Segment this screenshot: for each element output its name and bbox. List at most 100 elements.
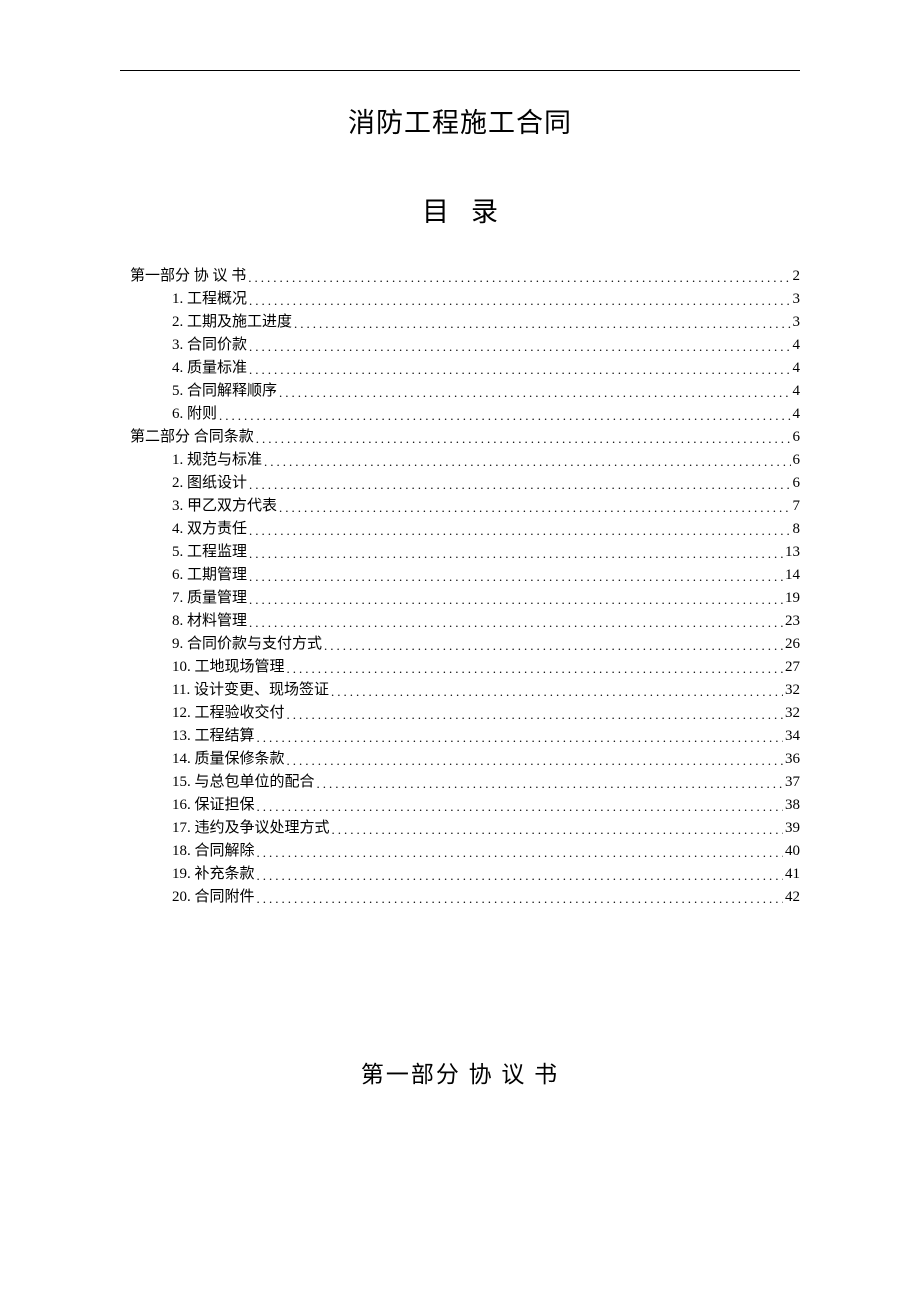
toc-leader-dots (257, 890, 783, 905)
toc-entry-label: 10. 工地现场管理 (172, 660, 285, 675)
toc-entry-label: 第二部分 合同条款 (130, 430, 254, 445)
toc-row: 5. 工程监理 13 (130, 545, 800, 560)
toc-entry-page: 4 (793, 361, 801, 376)
toc-leader-dots (249, 361, 790, 376)
toc-entry-page: 38 (785, 798, 800, 813)
toc-row: 2. 图纸设计 6 (130, 476, 800, 491)
toc-leader-dots (249, 614, 783, 629)
toc-entry-page: 2 (793, 269, 801, 284)
toc-leader-dots (249, 338, 790, 353)
toc-row: 16. 保证担保 38 (130, 798, 800, 813)
toc-entry-page: 19 (785, 591, 800, 606)
toc-entry-label: 18. 合同解除 (172, 844, 255, 859)
toc-row: 11. 设计变更、现场签证 32 (130, 683, 800, 698)
toc-entry-page: 39 (785, 821, 800, 836)
toc-entry-label: 6. 工期管理 (172, 568, 247, 583)
toc-leader-dots (249, 568, 783, 583)
toc-entry-page: 40 (785, 844, 800, 859)
toc-row: 14. 质量保修条款 36 (130, 752, 800, 767)
toc-entry-label: 14. 质量保修条款 (172, 752, 285, 767)
toc-leader-dots (331, 683, 783, 698)
toc-entry-label: 3. 甲乙双方代表 (172, 499, 277, 514)
toc-row: 7. 质量管理 19 (130, 591, 800, 606)
toc-row: 5. 合同解释顺序4 (130, 384, 800, 399)
toc-leader-dots (287, 660, 783, 675)
toc-leader-dots (287, 706, 783, 721)
toc-row: 18. 合同解除 40 (130, 844, 800, 859)
toc-entry-label: 2. 图纸设计 (172, 476, 247, 491)
toc-entry-page: 3 (793, 292, 801, 307)
toc-row: 第二部分 合同条款6 (130, 430, 800, 445)
toc-entry-label: 5. 工程监理 (172, 545, 247, 560)
toc-entry-page: 13 (785, 545, 800, 560)
toc-row: 15. 与总包单位的配合 37 (130, 775, 800, 790)
toc-leader-dots (249, 522, 790, 537)
toc-entry-label: 17. 违约及争议处理方式 (172, 821, 330, 836)
toc-entry-label: 19. 补充条款 (172, 867, 255, 882)
toc-row: 1. 规范与标准 6 (130, 453, 800, 468)
toc-leader-dots (279, 499, 790, 514)
toc-row: 13. 工程结算 34 (130, 729, 800, 744)
toc-leader-dots (256, 430, 791, 445)
toc-leader-dots (294, 315, 790, 330)
header-rule (120, 70, 800, 71)
document-page: 消防工程施工合同 目录 第一部分 协 议 书21. 工程概况32. 工期及施工进… (0, 0, 920, 1302)
toc-entry-label: 15. 与总包单位的配合 (172, 775, 315, 790)
toc-row: 3. 甲乙双方代表 7 (130, 499, 800, 514)
toc-row: 8. 材料管理 23 (130, 614, 800, 629)
toc-row: 1. 工程概况 3 (130, 292, 800, 307)
toc-entry-page: 41 (785, 867, 800, 882)
toc-entry-page: 36 (785, 752, 800, 767)
toc-entry-label: 4. 双方责任 (172, 522, 247, 537)
toc-entry-label: 20. 合同附件 (172, 890, 255, 905)
toc-entry-label: 16. 保证担保 (172, 798, 255, 813)
table-of-contents: 第一部分 协 议 书2 1. 工程概况 3 2. 工期及施工进度 3 3. 合同价款 4 4.… (130, 269, 800, 905)
toc-entry-label: 1. 工程概况 (172, 292, 247, 307)
toc-row: 第一部分 协 议 书2 (130, 269, 800, 284)
toc-row: 6. 附则4 (130, 407, 800, 422)
toc-entry-page: 42 (785, 890, 800, 905)
toc-entry-page: 27 (785, 660, 800, 675)
toc-leader-dots (287, 752, 783, 767)
toc-leader-dots (249, 476, 790, 491)
toc-row: 3. 合同价款 4 (130, 338, 800, 353)
toc-entry-page: 6 (793, 476, 801, 491)
toc-entry-label: 8. 材料管理 (172, 614, 247, 629)
toc-entry-page: 37 (785, 775, 800, 790)
toc-entry-label: 13. 工程结算 (172, 729, 255, 744)
toc-entry-label: 3. 合同价款 (172, 338, 247, 353)
toc-leader-dots (332, 821, 783, 836)
toc-entry-page: 23 (785, 614, 800, 629)
toc-leader-dots (249, 292, 790, 307)
toc-leader-dots (249, 591, 783, 606)
toc-entry-page: 26 (785, 637, 800, 652)
toc-entry-page: 7 (793, 499, 801, 514)
toc-entry-page: 32 (785, 683, 800, 698)
toc-leader-dots (324, 637, 783, 652)
toc-entry-label: 11. 设计变更、现场签证 (172, 683, 329, 698)
toc-row: 10. 工地现场管理 27 (130, 660, 800, 675)
toc-row: 4. 双方责任8 (130, 522, 800, 537)
toc-entry-page: 4 (793, 384, 801, 399)
toc-entry-label: 6. 附则 (172, 407, 217, 422)
toc-entry-page: 4 (793, 338, 801, 353)
toc-row: 19. 补充条款 41 (130, 867, 800, 882)
section-heading: 第一部分 协 议 书 (120, 1055, 800, 1089)
toc-entry-label: 1. 规范与标准 (172, 453, 262, 468)
toc-heading-char-2: 录 (471, 197, 498, 227)
toc-entry-page: 14 (785, 568, 800, 583)
toc-row: 20. 合同附件 42 (130, 890, 800, 905)
toc-entry-label: 4. 质量标准 (172, 361, 247, 376)
toc-entry-page: 34 (785, 729, 800, 744)
document-title: 消防工程施工合同 (120, 101, 800, 140)
toc-entry-label: 7. 质量管理 (172, 591, 247, 606)
toc-entry-page: 32 (785, 706, 800, 721)
toc-entry-page: 3 (793, 315, 801, 330)
toc-entry-page: 6 (793, 453, 801, 468)
toc-row: 12. 工程验收交付32 (130, 706, 800, 721)
toc-entry-label: 2. 工期及施工进度 (172, 315, 292, 330)
toc-leader-dots (257, 729, 783, 744)
toc-entry-label: 9. 合同价款与支付方式 (172, 637, 322, 652)
toc-leader-dots (264, 453, 790, 468)
toc-heading-char-1: 目 (422, 197, 449, 227)
